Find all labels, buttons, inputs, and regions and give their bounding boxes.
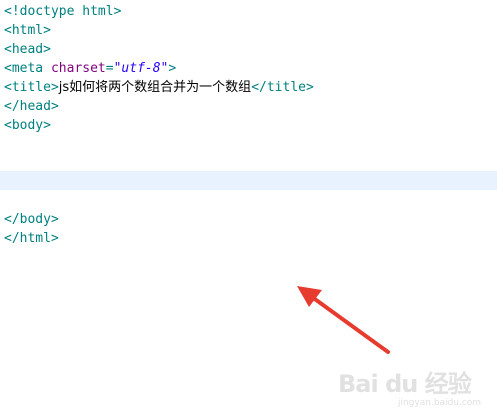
watermark-url: jingyan.baidu.com [398, 398, 482, 408]
watermark-logo: Bai du 经验 [338, 370, 472, 398]
baidu-watermark: Bai du 经验 jingyan.baidu.com [338, 364, 488, 408]
red-arrow-icon [297, 286, 390, 354]
code-editor[interactable]: <!doctype html> <html> <head> <meta char… [0, 0, 497, 416]
